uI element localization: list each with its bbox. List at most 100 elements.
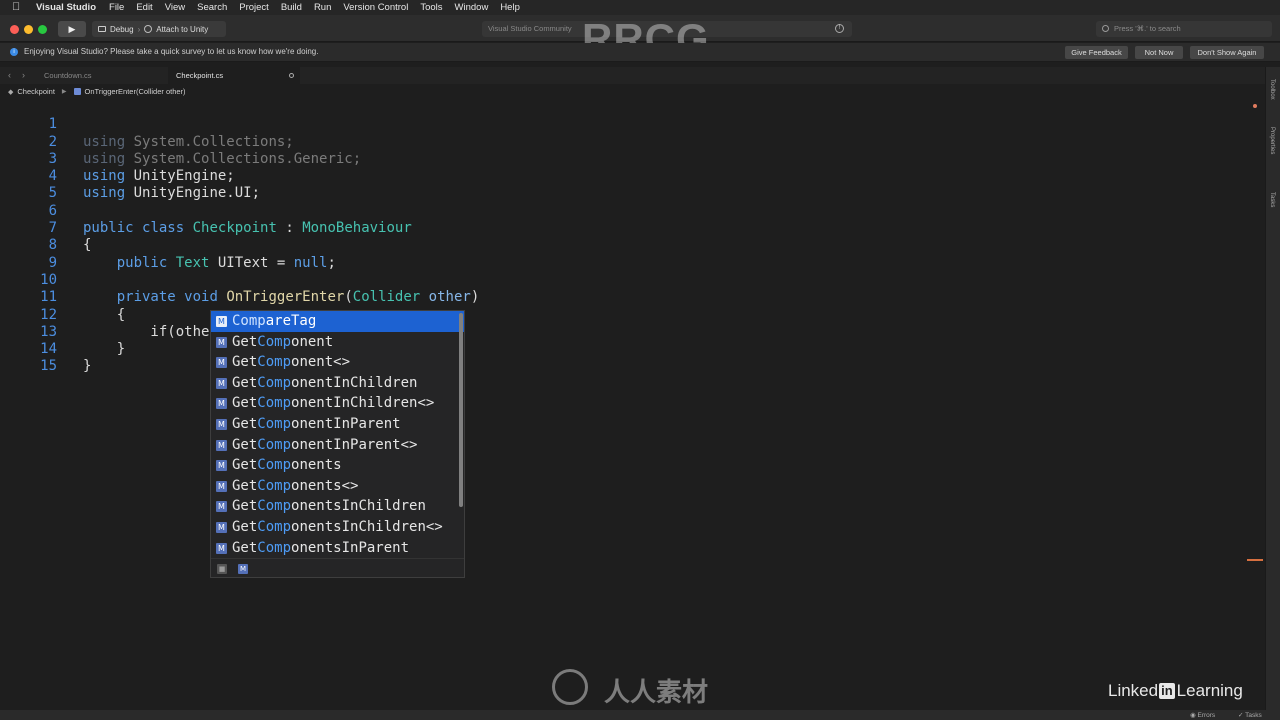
breadcrumb-method[interactable]: OnTriggerEnter(Collider other) xyxy=(85,87,186,96)
linkedin-learning-logo: Linked in Learning xyxy=(1108,681,1243,700)
run-configuration-selector[interactable]: Debug › Attach to Unity xyxy=(92,21,226,37)
completion-item[interactable]: M GetComponentsInChildren<> xyxy=(211,517,464,538)
overview-marker[interactable] xyxy=(1253,104,1257,108)
give-feedback-button[interactable]: Give Feedback xyxy=(1065,46,1128,59)
unity-icon xyxy=(144,25,153,33)
tab-checkpoint[interactable]: Checkpoint.cs xyxy=(168,67,300,84)
tab-countdown[interactable]: Countdown.cs xyxy=(36,67,166,84)
info-icon: i xyxy=(10,48,18,56)
code-line: 7 { xyxy=(0,203,92,253)
code-line: 10 private void OnTriggerEnter(Collider … xyxy=(0,255,479,305)
filter-all-icon[interactable]: ■ xyxy=(217,564,227,574)
window-minimize-button[interactable] xyxy=(24,25,33,34)
breadcrumb-class[interactable]: Checkpoint xyxy=(17,87,55,96)
menu-build[interactable]: Build xyxy=(281,2,302,13)
menu-help[interactable]: Help xyxy=(500,2,520,13)
status-text: Visual Studio Community xyxy=(488,24,572,33)
code-line: 14 } xyxy=(0,324,91,374)
device-icon xyxy=(98,26,106,32)
chevron-left-icon[interactable]: ‹ xyxy=(8,70,11,80)
completion-item[interactable]: M GetComponentInChildren xyxy=(211,373,464,394)
menu-file[interactable]: File xyxy=(109,2,124,13)
method-icon xyxy=(73,88,81,95)
survey-message: Enjoying Visual Studio? Please take a qu… xyxy=(24,47,319,56)
completion-filter-bar: ■ M xyxy=(211,558,464,578)
line-number: 15 xyxy=(40,358,57,375)
code-line: 4 using UnityEngine.UI; xyxy=(0,151,260,201)
code-line: 9 xyxy=(0,237,57,271)
method-icon: M xyxy=(216,316,227,327)
code-line: 5 xyxy=(0,168,57,201)
method-icon: M xyxy=(216,336,227,348)
completion-item[interactable]: M GetComponentInParent<> xyxy=(211,435,464,456)
tasks-pad-button[interactable]: ✓ Tasks xyxy=(1238,711,1262,719)
menu-run[interactable]: Run xyxy=(314,2,331,13)
right-dock: Toolbox Properties Tasks xyxy=(1265,67,1280,710)
code-line: 15 xyxy=(0,341,57,374)
apple-icon[interactable]:  xyxy=(12,0,24,15)
breadcrumb: ◆ Checkpoint ▶ OnTriggerEnter(Collider o… xyxy=(0,85,1265,98)
completion-item[interactable]: M GetComponentInParent xyxy=(211,414,464,435)
method-icon: M xyxy=(216,522,227,533)
filter-method-icon[interactable]: M xyxy=(238,564,248,574)
menu-search[interactable]: Search xyxy=(197,2,227,13)
dock-toolbox[interactable]: Toolbox xyxy=(1269,79,1275,100)
code-line: 3 using UnityEngine; xyxy=(0,134,235,184)
chevron-right-icon: ▶ xyxy=(61,89,67,95)
menu-app-name[interactable]: Visual Studio xyxy=(36,2,96,13)
config-label: Debug xyxy=(110,24,134,34)
menu-version-control[interactable]: Version Control xyxy=(343,2,408,13)
method-icon: M xyxy=(216,419,227,430)
menu-view[interactable]: View xyxy=(165,2,185,13)
code-line: 2 using System.Collections.Generic; xyxy=(0,116,362,167)
dock-properties[interactable]: Properties xyxy=(1269,127,1275,154)
completion-list[interactable]: M CompareTag M GetComponent M GetComponent<> M… xyxy=(210,310,465,578)
play-icon: ▶ xyxy=(68,24,76,34)
menu-project[interactable]: Project xyxy=(239,2,269,13)
status-bar: ◉ Errors ✓ Tasks xyxy=(0,710,1280,720)
completion-item[interactable]: M GetComponents<> xyxy=(211,476,464,497)
tab-label: Countdown.cs xyxy=(44,71,92,80)
menu-edit[interactable]: Edit xyxy=(136,2,152,13)
tab-label: Checkpoint.cs xyxy=(176,71,224,80)
chevron-right-icon[interactable]: › xyxy=(22,70,25,80)
method-icon: M xyxy=(216,357,227,369)
search-input[interactable]: Press '⌘.' to search xyxy=(1096,21,1272,37)
completion-item[interactable]: M GetComponent xyxy=(211,332,464,353)
window-maximize-button[interactable] xyxy=(38,25,47,34)
method-icon: M xyxy=(216,439,227,451)
completion-scrollbar[interactable] xyxy=(459,313,463,507)
method-icon: M xyxy=(216,398,227,410)
dock-tasks[interactable]: Tasks xyxy=(1269,192,1275,207)
code-line: 1 using System.Collections; xyxy=(0,99,294,149)
code-line: 12 if(other.Comp) xyxy=(0,289,268,340)
menu-tools[interactable]: Tools xyxy=(420,2,442,13)
completion-item[interactable]: M GetComponentsInParent xyxy=(211,538,464,559)
logo-icon xyxy=(552,669,588,705)
completion-item[interactable]: M GetComponents xyxy=(211,455,464,476)
info-icon[interactable]: ! xyxy=(835,24,844,33)
chevron-right-icon: › xyxy=(137,24,141,34)
code-line: 11 { xyxy=(0,272,125,322)
completion-item[interactable]: M GetComponentsInChildren xyxy=(211,496,464,517)
method-icon: M xyxy=(216,501,227,513)
survey-infobar: i Enjoying Visual Studio? Please take a … xyxy=(0,43,1280,62)
window-close-button[interactable] xyxy=(10,25,19,34)
errors-pad-button[interactable]: ◉ Errors xyxy=(1190,711,1215,719)
menu-bar:  Visual Studio File Edit View Search Pr… xyxy=(0,0,1280,15)
run-button[interactable]: ▶ xyxy=(58,21,86,37)
dont-show-again-button[interactable]: Don't Show Again xyxy=(1190,46,1264,59)
code-line: 8 public Text UIText = null; xyxy=(0,220,336,270)
code-line: 13 } xyxy=(0,307,125,357)
overview-cursor-line xyxy=(1247,559,1263,561)
tab-bar: ‹ › Countdown.cs Checkpoint.cs xyxy=(0,67,1265,84)
tab-close-icon[interactable] xyxy=(289,73,294,78)
completion-item[interactable]: M CompareTag xyxy=(211,311,464,332)
not-now-button[interactable]: Not Now xyxy=(1135,46,1183,59)
code-editor[interactable]: 1 using System.Collections; 2 using Syst… xyxy=(0,98,1265,710)
method-icon: M xyxy=(216,480,227,492)
method-icon: M xyxy=(216,377,227,389)
completion-item[interactable]: M GetComponent<> xyxy=(211,352,464,373)
menu-window[interactable]: Window xyxy=(455,2,489,13)
completion-item[interactable]: M GetComponentInChildren<> xyxy=(211,393,464,414)
